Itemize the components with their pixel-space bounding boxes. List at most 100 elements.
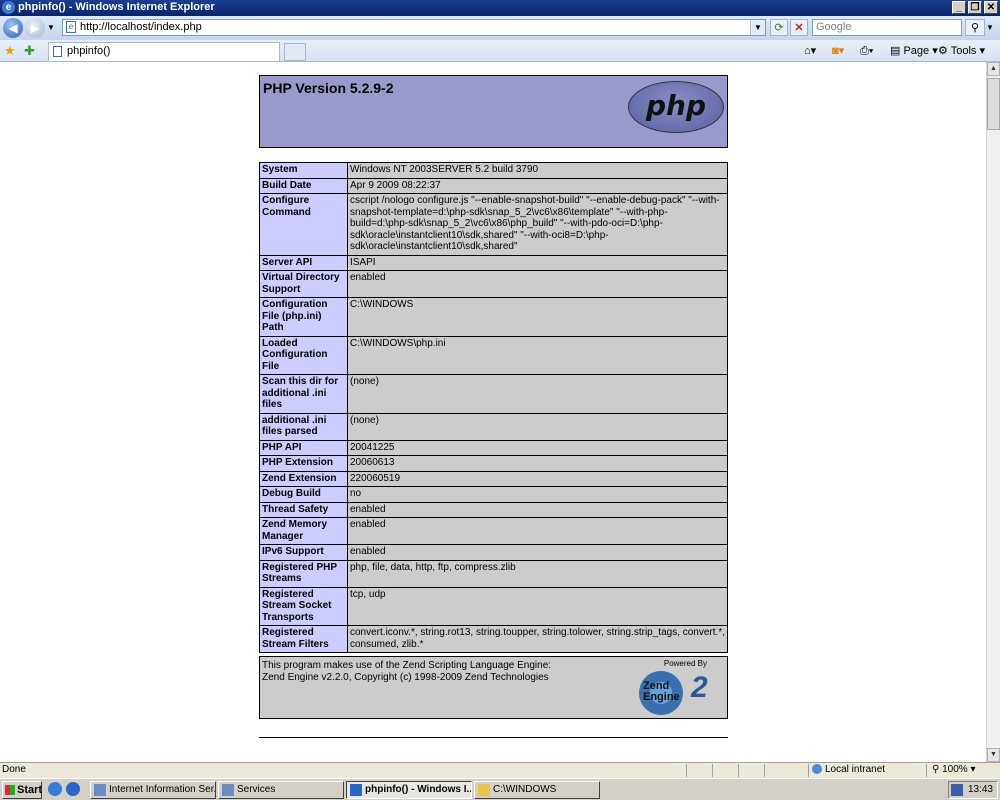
powered-by-label: Powered By <box>663 659 707 668</box>
add-favorites-icon[interactable]: ✚ <box>24 43 35 59</box>
new-tab-button[interactable] <box>284 43 306 61</box>
row-label: Debug Build <box>259 486 348 503</box>
zend-footer-line2: Zend Engine v2.2.0, Copyright (c) 1998-2… <box>262 672 549 683</box>
horizontal-rule <box>259 737 728 738</box>
row-value: enabled <box>347 517 728 545</box>
minimize-button[interactable]: _ <box>952 1 966 14</box>
status-bar: Done Local intranet ⚲ 100% ▾ <box>0 762 1000 778</box>
row-value: cscript /nologo configure.js "--enable-s… <box>347 193 728 256</box>
folder-icon <box>478 784 490 796</box>
row-value: 20060613 <box>347 455 728 472</box>
task-services[interactable]: Services <box>218 781 344 799</box>
address-input[interactable]: http://localhost/index.php <box>80 21 202 33</box>
gear-icon: ⚙ <box>938 45 948 57</box>
row-label: IPv6 Support <box>259 544 348 561</box>
start-button[interactable]: Start <box>2 781 42 799</box>
row-label: Registered Stream Filters <box>259 625 348 653</box>
recent-pages-dropdown-icon[interactable]: ▼ <box>47 23 55 32</box>
zend-logo-number: 2 <box>691 671 708 704</box>
maximize-button[interactable]: ❐ <box>968 1 982 14</box>
php-info-table: System Windows NT 2003SERVER 5.2 build 37… <box>259 162 728 653</box>
search-input[interactable]: Google <box>812 19 962 36</box>
window-title-bar[interactable]: e phpinfo() - Windows Internet Explorer … <box>0 0 1000 16</box>
zoom-control[interactable]: ⚲ 100% ▾ <box>932 763 976 777</box>
quicklaunch-desktop-icon[interactable] <box>48 782 62 796</box>
php-logo-icon[interactable]: php <box>628 81 724 133</box>
window-controls: _ ❐ ✕ <box>952 1 998 15</box>
row-label: Configure Command <box>259 193 348 256</box>
task-iis[interactable]: Internet Information Ser... <box>90 781 216 799</box>
page-menu-icon: ▤ <box>890 45 901 57</box>
tab-phpinfo[interactable]: phpinfo() <box>48 42 280 61</box>
zend-engine-logo-icon[interactable]: Zend Engine 2 <box>637 669 723 715</box>
row-label: additional .ini files parsed <box>259 412 348 441</box>
task-label: Internet Information Ser... <box>109 784 216 795</box>
php-logo-text: php <box>645 89 707 122</box>
row-value: enabled <box>347 544 728 561</box>
tools-menu[interactable]: ⚙ Tools ▾ <box>938 43 985 59</box>
zend-footer: This program makes use of the Zend Scrip… <box>259 656 728 719</box>
row-value: enabled <box>347 501 728 518</box>
row-value: Apr 9 2009 08:22:37 <box>347 177 728 194</box>
vertical-scrollbar[interactable]: ▲ ▼ <box>986 62 1000 762</box>
row-value: ISAPI <box>347 254 728 271</box>
start-label: Start <box>17 784 43 796</box>
row-label: Configuration File (php.ini) Path <box>259 297 348 337</box>
table-row: System Windows NT 2003SERVER 5.2 build 37… <box>259 162 728 179</box>
row-value: (none) <box>347 412 728 441</box>
row-value: C:\WINDOWS <box>347 297 728 337</box>
quicklaunch-ie-icon[interactable] <box>66 782 80 796</box>
task-windows-folder[interactable]: C:\WINDOWS <box>474 781 600 799</box>
stop-button[interactable]: ✕ <box>790 19 808 36</box>
table-row: Scan this dir for additional .ini files(… <box>259 374 728 414</box>
page-menu[interactable]: ▤ Page ▾ <box>890 43 938 59</box>
window-title: phpinfo() - Windows Internet Explorer <box>18 1 215 13</box>
favorites-star-icon[interactable]: ★ <box>4 43 16 59</box>
table-row: Loaded Configuration File C:\WINDOWS\php.… <box>259 335 728 375</box>
scroll-up-icon[interactable]: ▲ <box>987 62 1000 76</box>
back-button[interactable]: ◀ <box>3 18 23 38</box>
row-value: Windows NT 2003SERVER 5.2 build 3790 <box>347 162 728 179</box>
search-icon: ⚲ <box>970 22 980 34</box>
tools-menu-label: Tools <box>950 45 977 57</box>
table-row: PHP Extension 20060613 <box>259 455 728 472</box>
refresh-button[interactable]: ⟳ <box>770 19 788 36</box>
php-version-title: PHP Version 5.2.9-2 <box>263 80 394 96</box>
zend-logo-text: Zend Engine <box>643 681 680 703</box>
table-row: Virtual Directory Support enabled <box>259 270 728 298</box>
zend-footer-line1: This program makes use of the Zend Scrip… <box>262 660 552 671</box>
row-value: tcp, udp <box>347 586 728 626</box>
row-label: Thread Safety <box>259 501 348 518</box>
windows-logo-icon <box>5 785 15 795</box>
tray-icon[interactable] <box>951 784 963 796</box>
iis-icon <box>94 784 106 796</box>
scroll-down-icon[interactable]: ▼ <box>987 748 1000 762</box>
address-dropdown-icon[interactable]: ▼ <box>750 20 765 35</box>
task-phpinfo[interactable]: phpinfo() - Windows I... <box>346 781 472 799</box>
row-value: enabled <box>347 270 728 298</box>
status-divider <box>712 764 713 777</box>
scrollbar-thumb[interactable] <box>987 78 1000 130</box>
row-label: Registered PHP Streams <box>259 559 348 588</box>
table-row: additional .ini files parsed (none) <box>259 412 728 441</box>
row-label: System <box>259 162 348 179</box>
row-label: Scan this dir for additional .ini files <box>259 374 348 414</box>
ie-icon <box>350 784 362 796</box>
address-bar[interactable]: e http://localhost/index.php ▼ <box>62 19 766 36</box>
row-label: Loaded Configuration File <box>259 335 348 375</box>
home-icon[interactable]: ⌂▾ <box>804 43 816 59</box>
table-row: Zend Extension 220060519 <box>259 470 728 487</box>
search-button[interactable]: ⚲ <box>965 19 985 36</box>
row-value: convert.iconv.*, string.rot13, string.to… <box>347 625 728 653</box>
ie-icon: e <box>2 1 15 14</box>
table-row: Server API ISAPI <box>259 254 728 271</box>
security-zone[interactable]: Local intranet <box>812 763 885 777</box>
close-button[interactable]: ✕ <box>984 1 998 14</box>
forward-button[interactable]: ▶ <box>25 18 45 38</box>
print-icon[interactable]: ⎙▾ <box>860 43 873 59</box>
feeds-icon[interactable]: ◙▾ <box>832 43 844 59</box>
table-row: Thread Safety enabled <box>259 501 728 518</box>
search-options-icon[interactable]: ▼ <box>986 23 994 32</box>
table-row: Registered Stream Filters convert.iconv.*… <box>259 625 728 653</box>
table-row: Configure Command cscript /nologo configu… <box>259 193 728 256</box>
